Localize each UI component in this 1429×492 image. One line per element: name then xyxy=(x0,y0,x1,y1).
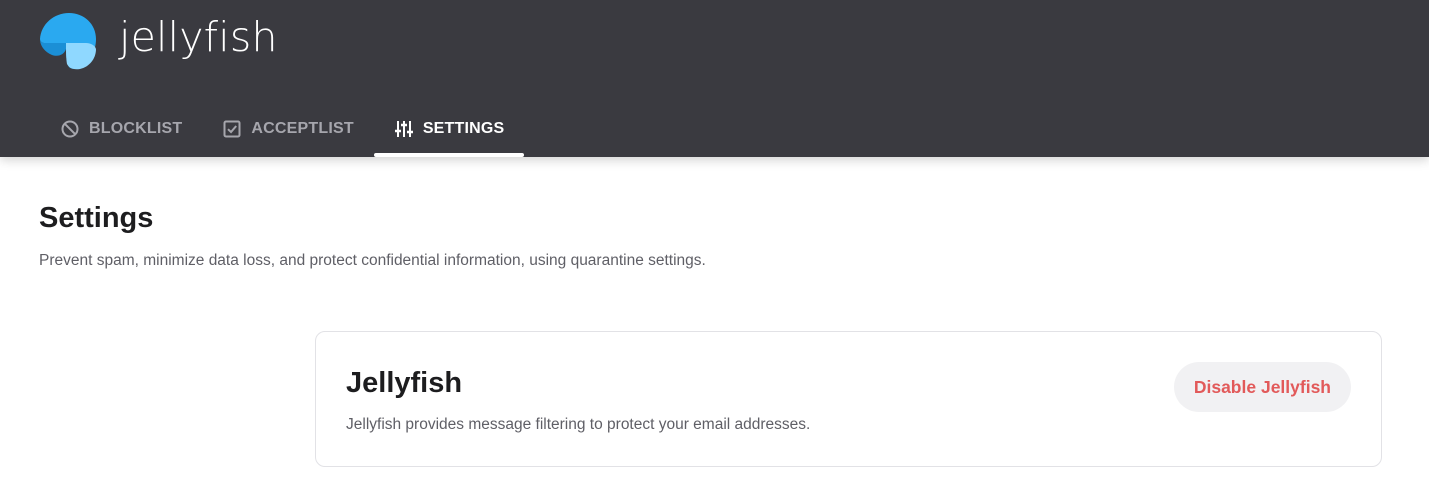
jellyfish-logo-icon[interactable] xyxy=(38,9,100,71)
tab-label: SETTINGS xyxy=(422,119,505,137)
disable-jellyfish-button[interactable]: Disable Jellyfish xyxy=(1173,362,1351,412)
app-header: jellyfish BLOCKLIST ACCEPTLIST SETTINGS xyxy=(0,0,1429,157)
sliders-icon xyxy=(394,119,414,139)
tab-label: ACCEPTLIST xyxy=(251,119,354,137)
checkbox-icon xyxy=(222,119,242,139)
page-title: Settings xyxy=(39,202,154,234)
tab-label: BLOCKLIST xyxy=(89,119,183,137)
page-description: Prevent spam, minimize data loss, and pr… xyxy=(39,252,706,269)
tab-blocklist[interactable]: BLOCKLIST xyxy=(40,100,202,157)
card-title: Jellyfish xyxy=(346,367,463,399)
jellyfish-settings-card: Jellyfish Jellyfish provides message fil… xyxy=(315,331,1382,467)
tab-settings[interactable]: SETTINGS xyxy=(373,100,525,157)
card-description: Jellyfish provides message filtering to … xyxy=(346,416,811,433)
main-tabs: BLOCKLIST ACCEPTLIST SETTINGS xyxy=(40,100,525,157)
tab-acceptlist[interactable]: ACCEPTLIST xyxy=(202,100,373,157)
app-name: jellyfish xyxy=(119,13,278,61)
block-icon xyxy=(60,119,80,139)
